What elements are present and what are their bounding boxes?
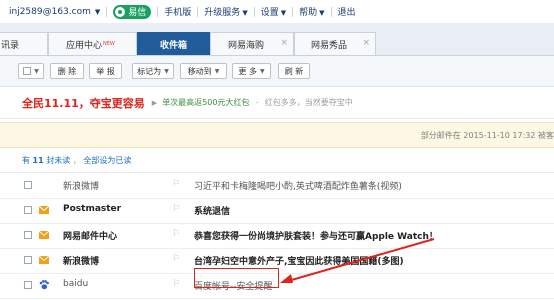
select-all-checkbox[interactable] — [23, 67, 32, 75]
yixin-button[interactable]: 易信 — [113, 4, 152, 19]
email-sender: 新浪微博 — [63, 257, 100, 267]
tab-label: 收件箱 — [159, 40, 187, 51]
email-row[interactable]: Postmaster ⚐ 系统退信 — [0, 198, 554, 224]
separator — [106, 6, 108, 17]
flag-icon[interactable]: ⚐ — [172, 279, 180, 289]
separator: ， — [72, 156, 81, 165]
notice-text: 部分邮件在 2015-11-10 17:32 被客 — [420, 131, 554, 140]
help-label: 帮助 — [299, 8, 318, 18]
flag-icon[interactable]: ⚐ — [172, 204, 180, 214]
separator: - — [255, 97, 259, 108]
separator — [197, 6, 199, 17]
envelope-icon — [39, 231, 49, 239]
envelope-icon — [39, 256, 49, 264]
tab-label: 网易海购 — [228, 40, 265, 51]
separator — [330, 6, 332, 17]
chevron-down-icon: ▼ — [280, 9, 287, 17]
tab-contacts[interactable]: 讯录 — [0, 32, 48, 55]
refresh-button[interactable]: 刷 新 — [278, 63, 310, 79]
notice-bar: 部分邮件在 2015-11-10 17:32 被客 — [0, 122, 554, 148]
promo-banner[interactable]: 全民11.11，夺宝更容易 ▶ 单次最高返500元大红包 - 红包多多，当然要夺… — [0, 87, 554, 119]
email-subject: 习近平和卡梅隆喝吧小酌,英式啤酒配炸鱼薯条(视频) — [194, 182, 402, 192]
summary-prefix: 有 — [22, 156, 30, 165]
row-checkbox[interactable] — [24, 181, 32, 189]
row-checkbox[interactable] — [24, 231, 32, 239]
more-button[interactable]: 更 多 ▼ — [232, 63, 271, 79]
delete-label: 删 除 — [57, 66, 77, 76]
row-checkbox[interactable] — [24, 206, 32, 214]
chevron-down-icon: ▼ — [242, 9, 248, 17]
separator — [157, 6, 159, 17]
logout-link[interactable]: 退出 — [338, 5, 356, 18]
refresh-label: 刷 新 — [284, 66, 304, 76]
row-checkbox[interactable] — [24, 256, 32, 264]
separator — [292, 6, 294, 17]
tab-bar: 讯录 应用中心 NEW 收件箱 网易海购 × 网易秀品 × — [0, 23, 554, 56]
paw-icon — [39, 280, 49, 290]
chevron-down-icon: ▼ — [214, 67, 220, 75]
mark-as-button[interactable]: 标记为 ▼ — [132, 63, 174, 79]
move-to-button[interactable]: 移动到 ▼ — [180, 63, 227, 79]
email-sender: 新浪微博 — [63, 182, 100, 192]
envelope-icon — [39, 206, 49, 214]
upgrade-label: 升级服务 — [204, 8, 241, 18]
upgrade-menu[interactable]: 升级服务 ▼ — [204, 5, 247, 18]
annotation-arrow-icon — [280, 238, 435, 283]
report-label: 举 报 — [96, 66, 115, 76]
email-subject: 系统退信 — [194, 207, 231, 217]
chevron-down-icon: ▼ — [319, 9, 325, 17]
close-icon[interactable]: × — [280, 38, 288, 48]
email-sender: Postmaster — [63, 204, 122, 214]
email-row[interactable]: 网易邮件中心 ⚐ 恭喜您获得一份尚境护肤套装！参与还可赢Apple Watch！ — [0, 223, 554, 249]
help-menu[interactable]: 帮助 ▼ — [299, 5, 324, 18]
tab-netease-shop[interactable]: 网易海购 × — [210, 32, 294, 55]
new-badge: NEW — [103, 41, 115, 47]
select-all-dropdown[interactable]: ▼ — [18, 63, 44, 79]
close-icon[interactable]: × — [362, 38, 370, 48]
summary-unread[interactable]: 封未读 — [46, 156, 70, 165]
delete-button[interactable]: 删 除 — [50, 63, 84, 79]
tab-netease-xiupin[interactable]: 网易秀品 × — [294, 32, 376, 55]
row-checkbox[interactable] — [24, 281, 32, 289]
promo-headline: 全民11.11，夺宝更容易 — [22, 96, 145, 110]
settings-label: 设置 — [260, 8, 279, 18]
separator — [253, 6, 255, 17]
tab-label: 应用中心 — [66, 40, 103, 51]
top-bar: inj2589@163.com ▼ 易信 手机版 升级服务 ▼ 设置 ▼ 帮助 ▼ 退… — [0, 0, 554, 23]
tab-app-center[interactable]: 应用中心 NEW — [48, 32, 137, 55]
unread-count: 11 — [32, 156, 44, 165]
promo-offer: 单次最高返500元大红包 — [162, 98, 250, 107]
move-to-label: 移动到 — [187, 66, 212, 76]
tab-label: 讯录 — [1, 40, 20, 51]
mail-toolbar: ▼ 删 除 举 报 标记为 ▼ 移动到 ▼ 更 多 ▼ 刷 新 — [0, 56, 554, 87]
annotation-highlight-box — [194, 268, 279, 288]
flag-icon[interactable]: ⚐ — [172, 179, 180, 189]
promo-note: 红包多多，当然要夺宝中 — [264, 98, 353, 107]
yixin-icon — [115, 6, 126, 17]
report-button[interactable]: 举 报 — [89, 63, 122, 79]
chevron-down-icon: ▼ — [34, 67, 39, 75]
mark-all-read-link[interactable]: 全部设为已读 — [83, 156, 131, 165]
chevron-down-icon: ▼ — [164, 67, 169, 75]
mark-as-label: 标记为 — [137, 66, 162, 76]
chevron-down-icon: ▼ — [259, 67, 265, 75]
email-row[interactable]: 新浪微博 ⚐ 习近平和卡梅隆喝吧小酌,英式啤酒配炸鱼薯条(视频) — [0, 173, 554, 199]
email-sender: baidu — [63, 279, 89, 289]
account-dropdown-icon[interactable]: ▼ — [95, 8, 100, 16]
flag-icon[interactable]: ⚐ — [172, 229, 180, 239]
tab-label: 网易秀品 — [311, 40, 348, 51]
email-sender: 网易邮件中心 — [63, 232, 118, 242]
mobile-link[interactable]: 手机版 — [164, 5, 191, 18]
arrow-right-icon: ▶ — [151, 98, 158, 107]
tab-inbox[interactable]: 收件箱 — [137, 32, 210, 55]
flag-icon[interactable]: ⚐ — [172, 254, 180, 264]
account-name[interactable]: inj2589@163.com — [9, 7, 91, 17]
more-label: 更 多 — [238, 66, 257, 76]
yixin-label: 易信 — [128, 8, 147, 18]
unread-summary: 有 11 封未读 ， 全部设为已读 — [0, 150, 554, 173]
settings-menu[interactable]: 设置 ▼ — [261, 5, 286, 18]
